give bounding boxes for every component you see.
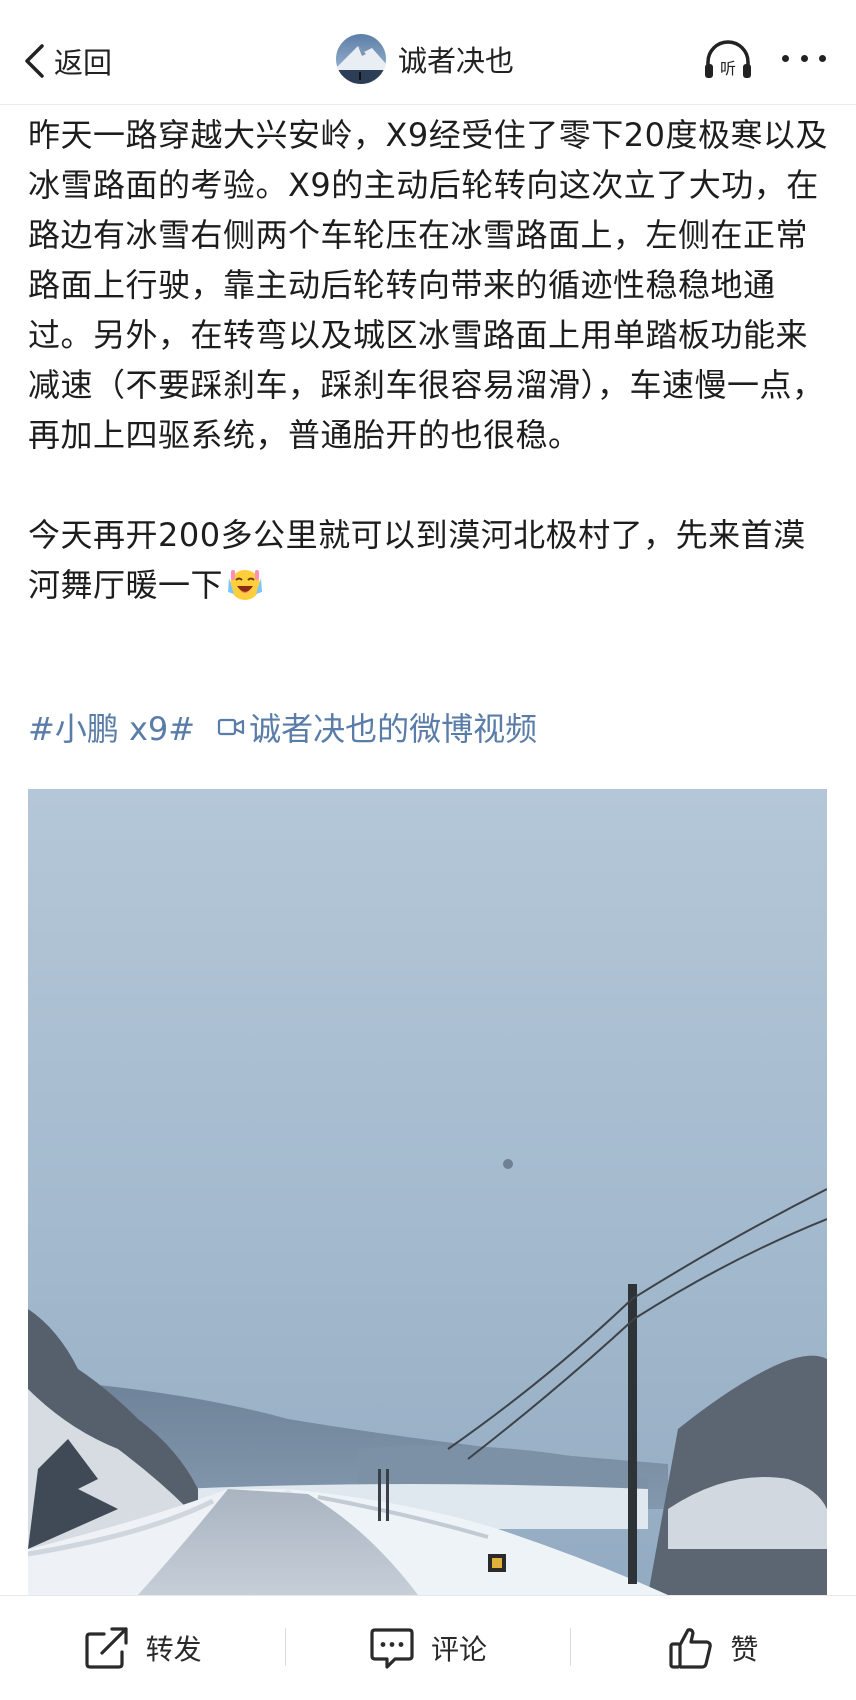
share-icon [85,1627,128,1669]
back-label: 返回 [54,46,113,80]
repost-label: 转发 [145,1633,202,1666]
dot-icon [782,54,789,62]
thumbs-up-icon [669,1628,713,1669]
comment-label: 评论 [430,1633,487,1666]
topic-tag-link[interactable]: #小鹏 x9# [28,704,195,750]
dot-icon [819,54,826,62]
post-content: 昨天一路穿越大兴安岭，X9经受住了零下20度极寒以及冰雪路面的考验。X9的主动后… [28,110,832,610]
like-label: 赞 [730,1633,759,1666]
video-source-link[interactable]: 诚者决也的微博视频 [217,704,537,750]
post-links: #小鹏 x9# 诚者决也的微博视频 [28,704,537,750]
post-paragraph: 今天再开200多公里就可以到漠河北极村了，先来首漠河舞厅暖一下 [28,510,832,610]
post-paragraph: 昨天一路穿越大兴安岭，X9经受住了零下20度极寒以及冰雪路面的考验。X9的主动后… [28,116,829,454]
like-button[interactable]: 赞 [571,1596,856,1700]
repost-button[interactable]: 转发 [0,1596,285,1700]
svg-text:听: 听 [720,59,736,78]
video-link-label[interactable]: 诚者决也的微博视频 [249,704,537,750]
chevron-left-icon [25,44,44,78]
action-bar: 转发 评论 赞 [0,1595,856,1700]
back-button[interactable]: 返回 [22,40,112,82]
post-paragraph-text: 今天再开200多公里就可以到漠河北极村了，先来首漠河舞厅暖一下 [28,516,806,604]
user-profile[interactable]: 诚者决也 [336,34,514,84]
top-bar: 返回 诚者决也 听 [0,0,856,105]
listen-icon[interactable]: 听 [702,38,754,84]
username[interactable]: 诚者决也 [398,38,514,80]
comment-button[interactable]: 评论 [285,1596,570,1700]
avatar[interactable] [336,34,386,84]
divider [570,1628,571,1666]
divider [285,1628,286,1666]
dot-icon [800,54,808,62]
laughing-crying-emoji-icon [228,570,263,600]
comment-icon [370,1628,414,1669]
more-options-button[interactable] [782,46,826,70]
post-image[interactable] [28,789,827,1595]
video-camera-icon [218,718,245,736]
